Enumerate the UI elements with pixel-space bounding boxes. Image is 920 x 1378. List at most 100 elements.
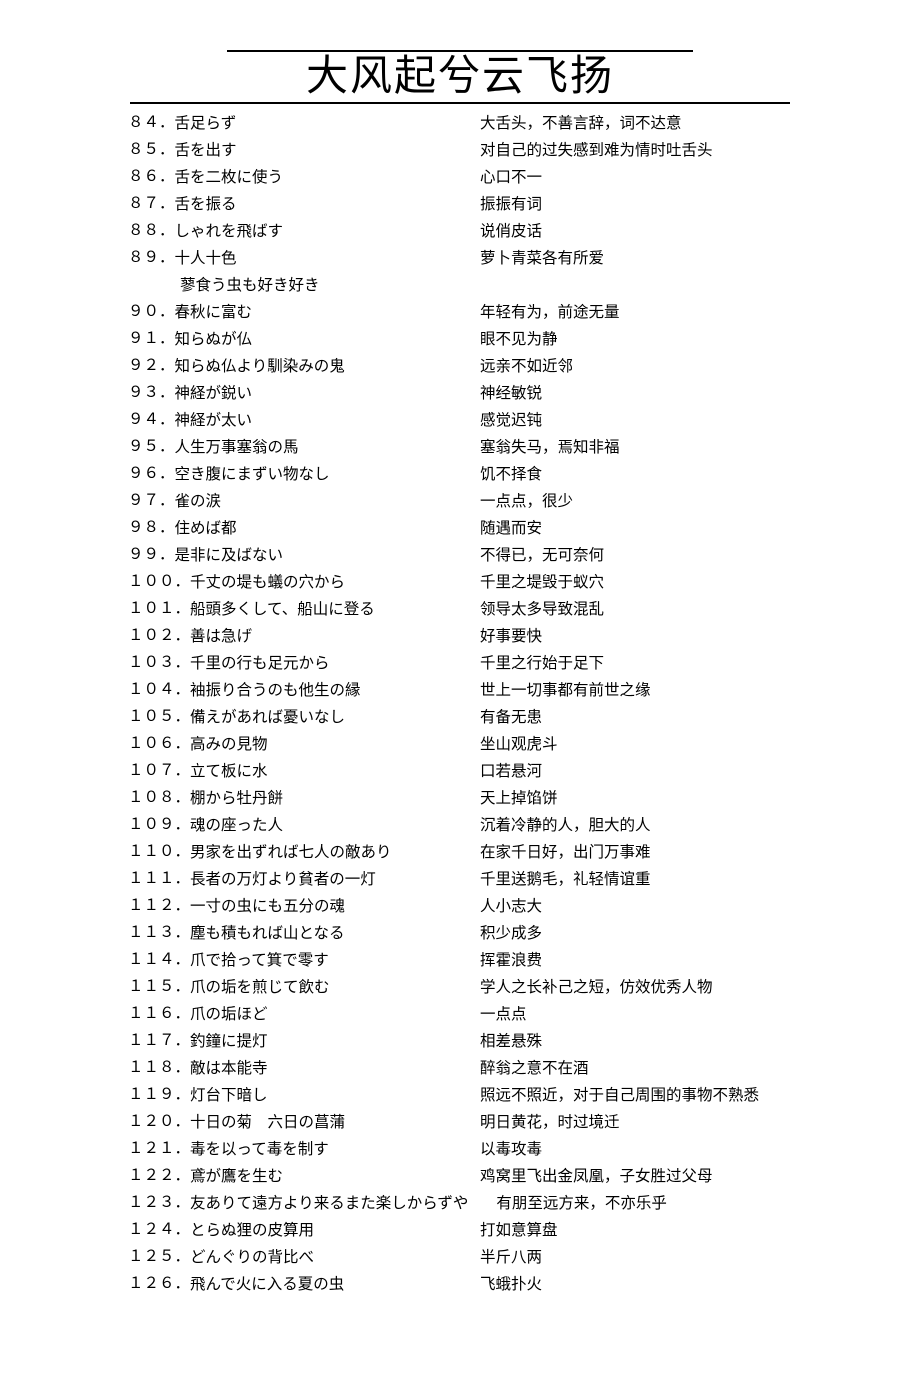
entry-left: ８７．舌を振る: [128, 191, 480, 218]
entry-row: １１８．敵は本能寺醉翁之意不在酒: [128, 1055, 790, 1082]
entry-japanese: 棚から牡丹餅: [190, 785, 283, 812]
entry-left: １１９．灯台下暗し: [128, 1082, 480, 1109]
entry-number: １１２．: [128, 893, 190, 920]
entry-left: １２５．どんぐりの背比べ: [128, 1244, 480, 1271]
entry-number: ８９．: [128, 245, 175, 272]
entry-japanese: 友ありて遠方より来るまた楽しからずや: [190, 1190, 468, 1217]
entry-row: １２０．十日の菊 六日の菖蒲明日黄花，时过境迁: [128, 1109, 790, 1136]
entry-left: ９４．神経が太い: [128, 407, 480, 434]
entry-chinese: 学人之长补己之短，仿效优秀人物: [480, 974, 790, 1001]
entry-row: ８４．舌足らず大舌头，不善言辞，词不达意: [128, 110, 790, 137]
entry-japanese: 住めば都: [175, 515, 237, 542]
entry-number: １０４．: [128, 677, 190, 704]
entry-japanese: とらぬ狸の皮算用: [190, 1217, 314, 1244]
entry-number: ９８．: [128, 515, 175, 542]
entry-row: １２１．毒を以って毒を制す以毒攻毒: [128, 1136, 790, 1163]
entry-chinese: 神经敏锐: [480, 380, 790, 407]
entry-left: １１７．釣鐘に提灯: [128, 1028, 480, 1055]
entry-number: ９１．: [128, 326, 175, 353]
entry-japanese: 十日の菊 六日の菖蒲: [190, 1109, 345, 1136]
entry-japanese: 長者の万灯より貧者の一灯: [190, 866, 376, 893]
entry-japanese: 千丈の堤も蟻の穴から: [190, 569, 345, 596]
entry-number: ９４．: [128, 407, 175, 434]
entry-row: １０９．魂の座った人沉着冷静的人，胆大的人: [128, 812, 790, 839]
entry-japanese: 袖振り合うのも他生の縁: [190, 677, 361, 704]
entry-japanese: 爪で拾って箕で零す: [190, 947, 329, 974]
entry-number: １００．: [128, 569, 190, 596]
entry-japanese: 是非に及ばない: [175, 542, 284, 569]
entry-number: ９９．: [128, 542, 175, 569]
entry-number: １０８．: [128, 785, 190, 812]
entry-chinese: 口若悬河: [480, 758, 790, 785]
entry-left: １１８．敵は本能寺: [128, 1055, 480, 1082]
entry-chinese: 积少成多: [480, 920, 790, 947]
entry-japanese: しゃれを飛ばす: [175, 218, 284, 245]
entry-row: １１０．男家を出ずれば七人の敵あり在家千日好，出门万事难: [128, 839, 790, 866]
page-title: 大风起兮云飞扬: [0, 54, 920, 100]
entry-left: １１４．爪で拾って箕で零す: [128, 947, 480, 974]
entry-number: ８７．: [128, 191, 175, 218]
entry-left: ９９．是非に及ばない: [128, 542, 480, 569]
entry-japanese: 爪の垢ほど: [190, 1001, 268, 1028]
entry-row: １１５．爪の垢を煎じて飲む学人之长补己之短，仿效优秀人物: [128, 974, 790, 1001]
entry-row: １２２．鳶が鷹を生む鸡窝里飞出金凤凰，子女胜过父母: [128, 1163, 790, 1190]
entry-number: １０２．: [128, 623, 190, 650]
entry-row: ９０．春秋に富む年轻有为，前途无量: [128, 299, 790, 326]
entry-row: １０２．善は急げ好事要快: [128, 623, 790, 650]
entry-number: ９２．: [128, 353, 175, 380]
entry-chinese: 振振有词: [480, 191, 790, 218]
entry-chinese: 对自己的过失感到难为情时吐舌头: [480, 137, 790, 164]
entry-japanese: 知らぬが仏: [175, 326, 253, 353]
entry-number: １１６．: [128, 1001, 190, 1028]
entry-row: １０６．高みの見物坐山观虎斗: [128, 731, 790, 758]
entry-number: ８６．: [128, 164, 175, 191]
entry-left: ９５．人生万事塞翁の馬: [128, 434, 480, 461]
entry-number: １１５．: [128, 974, 190, 1001]
entry-row: ８８．しゃれを飛ばす说俏皮话: [128, 218, 790, 245]
entry-row: １１１．長者の万灯より貧者の一灯千里送鹅毛，礼轻情谊重: [128, 866, 790, 893]
entry-list: ８４．舌足らず大舌头，不善言辞，词不达意８５．舌を出す对自己的过失感到难为情时吐…: [0, 110, 920, 1298]
entry-japanese-sub: 蓼食う虫も好き好き: [128, 272, 320, 299]
entry-row: ９３．神経が鋭い神经敏锐: [128, 380, 790, 407]
entry-row: １０１．船頭多くして、船山に登る领导太多导致混乱: [128, 596, 790, 623]
entry-chinese: 饥不择食: [480, 461, 790, 488]
entry-japanese: 善は急げ: [190, 623, 252, 650]
entry-japanese: 舌足らず: [175, 110, 237, 137]
entry-left: １２２．鳶が鷹を生む: [128, 1163, 480, 1190]
entry-left: １１０．男家を出ずれば七人の敵あり: [128, 839, 480, 866]
entry-chinese: 感觉迟钝: [480, 407, 790, 434]
entry-left: ９２．知らぬ仏より馴染みの鬼: [128, 353, 480, 380]
entry-chinese: 大舌头，不善言辞，词不达意: [480, 110, 790, 137]
entry-number: １２４．: [128, 1217, 190, 1244]
entry-number: １１８．: [128, 1055, 190, 1082]
entry-number: １０９．: [128, 812, 190, 839]
entry-row: １０５．備えがあれば憂いなし有备无患: [128, 704, 790, 731]
entry-left: ９８．住めば都: [128, 515, 480, 542]
entry-number: １０１．: [128, 596, 190, 623]
entry-number: １２１．: [128, 1136, 190, 1163]
entry-japanese: 神経が鋭い: [175, 380, 253, 407]
entry-chinese: 半斤八两: [480, 1244, 790, 1271]
entry-chinese: 人小志大: [480, 893, 790, 920]
entry-row: １２６．飛んで火に入る夏の虫飞蛾扑火: [128, 1271, 790, 1298]
entry-left: ９０．春秋に富む: [128, 299, 480, 326]
entry-japanese: 魂の座った人: [190, 812, 283, 839]
entry-chinese: 天上掉馅饼: [480, 785, 790, 812]
entry-japanese: 高みの見物: [190, 731, 268, 758]
entry-chinese: 醉翁之意不在酒: [480, 1055, 790, 1082]
entry-number: １１９．: [128, 1082, 190, 1109]
entry-left: １０９．魂の座った人: [128, 812, 480, 839]
entry-left: １１５．爪の垢を煎じて飲む: [128, 974, 480, 1001]
entry-chinese: 有朋至远方来，不亦乐乎: [496, 1190, 790, 1217]
entry-number: １２０．: [128, 1109, 190, 1136]
entry-number: １１４．: [128, 947, 190, 974]
entry-chinese: 挥霍浪费: [480, 947, 790, 974]
entry-japanese: 釣鐘に提灯: [190, 1028, 268, 1055]
entry-chinese: 相差悬殊: [480, 1028, 790, 1055]
entry-chinese: 世上一切事都有前世之缘: [480, 677, 790, 704]
entry-number: １０３．: [128, 650, 190, 677]
entry-chinese: 领导太多导致混乱: [480, 596, 790, 623]
entry-japanese: 人生万事塞翁の馬: [175, 434, 299, 461]
entry-row: １０４．袖振り合うのも他生の縁 世上一切事都有前世之缘: [128, 677, 790, 704]
entry-row: １００．千丈の堤も蟻の穴から千里之堤毁于蚁穴: [128, 569, 790, 596]
